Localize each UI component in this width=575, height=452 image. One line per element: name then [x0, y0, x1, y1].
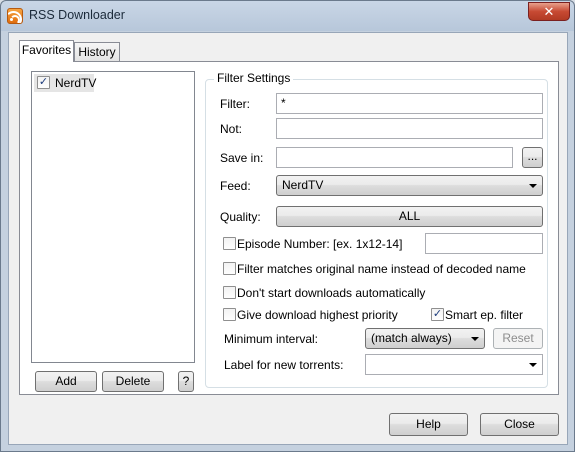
help-question-label: ? — [182, 374, 190, 388]
smart-ep-checkbox[interactable]: ✓ — [431, 308, 444, 321]
favorite-checkbox[interactable]: ✓ — [37, 76, 50, 89]
episode-number-checkbox[interactable] — [223, 237, 236, 250]
not-label: Not: — [220, 122, 243, 136]
chevron-down-icon — [529, 363, 537, 367]
dialog-body: History Favorites ✓ NerdTV Add Delete ? — [8, 32, 568, 445]
save-in-label: Save in: — [220, 151, 264, 165]
close-button-label: Close — [504, 417, 535, 431]
filter-input[interactable]: * — [276, 93, 543, 114]
reset-button-label: Reset — [502, 331, 534, 345]
smart-ep-label: Smart ep. filter — [445, 308, 524, 322]
tab-history[interactable]: History — [74, 42, 120, 62]
add-button-label: Add — [55, 374, 77, 388]
delete-button[interactable]: Delete — [102, 371, 164, 392]
help-button-label: Help — [416, 417, 441, 431]
episode-number-input[interactable] — [425, 233, 543, 254]
match-original-checkbox[interactable] — [223, 262, 236, 275]
chevron-down-icon — [529, 184, 537, 188]
filter-settings-title: Filter Settings — [214, 71, 294, 85]
help-question-button[interactable]: ? — [178, 371, 194, 392]
feed-select-value: NerdTV — [282, 178, 324, 192]
tab-favorites-label: Favorites — [21, 43, 72, 57]
chevron-down-icon — [471, 337, 479, 341]
highest-priority-label: Give download highest priority — [237, 308, 398, 322]
minimum-interval-select[interactable]: (match always) — [365, 328, 485, 349]
dont-start-label: Don't start downloads automatically — [237, 286, 426, 300]
favorite-label: NerdTV — [55, 76, 97, 90]
add-button[interactable]: Add — [35, 371, 97, 392]
close-icon: ✕ — [543, 4, 555, 19]
label-for-new-select[interactable] — [365, 354, 543, 375]
quality-label: Quality: — [220, 210, 261, 224]
match-original-label: Filter matches original name instead of … — [237, 262, 526, 276]
save-in-input[interactable] — [276, 147, 513, 168]
rss-feed-icon — [7, 8, 23, 24]
minimum-interval-value: (match always) — [371, 331, 452, 345]
quality-button-label: ALL — [398, 209, 421, 223]
not-input[interactable] — [276, 118, 543, 139]
reset-button[interactable]: Reset — [493, 328, 543, 349]
browse-button-label: ... — [527, 149, 538, 163]
dont-start-checkbox[interactable] — [223, 286, 236, 299]
window-title: RSS Downloader — [29, 8, 125, 22]
close-button[interactable]: Close — [480, 413, 559, 436]
highest-priority-checkbox[interactable] — [223, 308, 236, 321]
title-bar[interactable]: RSS Downloader ✕ — [1, 1, 574, 31]
episode-number-label: Episode Number: [ex. 1x12-14] — [237, 237, 403, 251]
favorites-list[interactable]: ✓ NerdTV — [31, 71, 195, 363]
quality-button[interactable]: ALL — [276, 206, 543, 227]
tab-history-label: History — [78, 45, 116, 59]
browse-button[interactable]: ... — [522, 147, 543, 168]
tab-favorites[interactable]: Favorites — [19, 40, 74, 62]
delete-button-label: Delete — [115, 374, 151, 388]
help-button[interactable]: Help — [389, 413, 468, 436]
favorites-panel: ✓ NerdTV Add Delete ? Filter Settings Fi… — [19, 61, 559, 395]
window-close-button[interactable]: ✕ — [528, 2, 570, 21]
minimum-interval-label: Minimum interval: — [224, 332, 319, 346]
label-for-new-label: Label for new torrents: — [224, 358, 344, 372]
feed-label: Feed: — [220, 179, 251, 193]
feed-select[interactable]: NerdTV — [276, 175, 543, 196]
filter-label: Filter: — [220, 97, 250, 111]
list-item[interactable]: ✓ NerdTV — [34, 74, 97, 92]
rss-downloader-window: RSS Downloader ✕ History Favorites ✓ Ner… — [0, 0, 575, 452]
